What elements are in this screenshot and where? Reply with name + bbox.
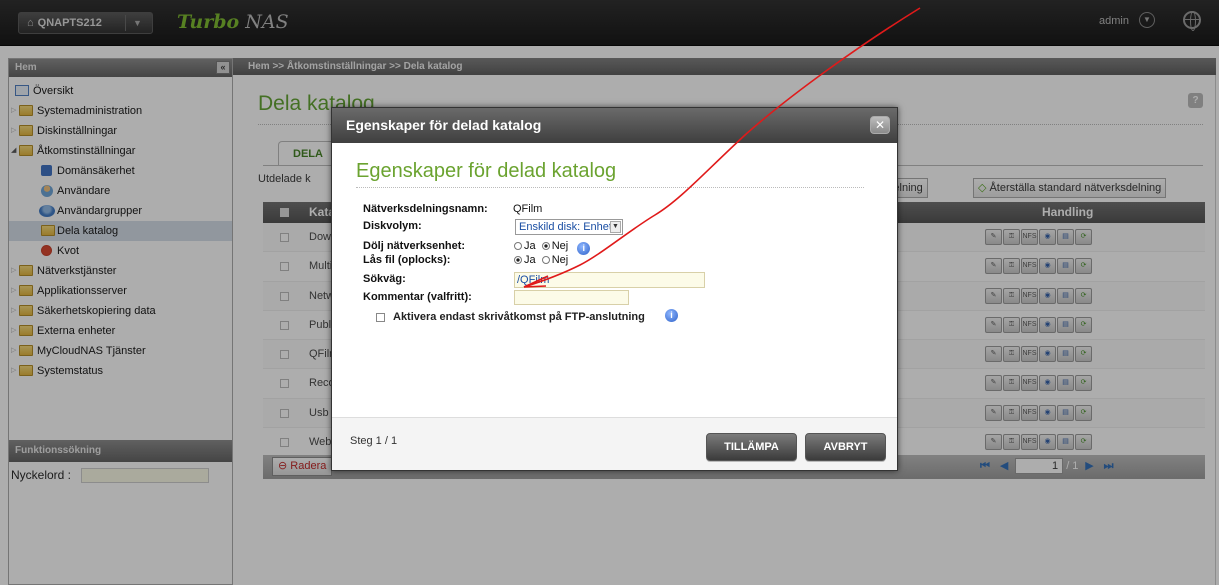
hide-drive-label: Dölj nätverksenhet: (363, 240, 466, 252)
step-indicator: Steg 1 / 1 (350, 435, 398, 447)
ftp-write-only-label: Aktivera endast skrivåtkomst på FTP-ansl… (393, 311, 645, 323)
oplocks-options: Ja Nej (514, 254, 568, 266)
volume-label: Diskvolym: (363, 220, 422, 232)
dialog-header-title: Egenskaper för delad katalog (346, 117, 542, 133)
cancel-button[interactable]: AVBRYT (805, 433, 886, 461)
hide-yes-radio[interactable] (514, 242, 522, 250)
path-input[interactable]: /QFilm (514, 272, 705, 288)
oplocks-no-radio[interactable] (541, 256, 550, 264)
path-label: Sökväg: (363, 273, 406, 285)
info-icon[interactable]: i (665, 309, 678, 322)
dialog-title: Egenskaper för delad katalog (356, 160, 617, 182)
hide-no-radio[interactable] (541, 242, 550, 250)
comment-input[interactable] (514, 290, 629, 305)
ftp-write-only-checkbox[interactable] (376, 313, 385, 322)
apply-button[interactable]: TILLÄMPA (706, 433, 797, 461)
close-icon[interactable]: ✕ (870, 116, 890, 134)
hide-yes-label: Ja (524, 240, 536, 252)
share-properties-dialog: Egenskaper för delad katalog ✕ Egenskape… (331, 107, 898, 471)
dialog-divider (356, 187, 864, 188)
share-name-value: QFilm (513, 203, 543, 215)
dialog-header: Egenskaper för delad katalog ✕ (332, 108, 897, 143)
oplocks-no-label: Nej (551, 254, 569, 266)
oplocks-yes-label: Ja (524, 254, 536, 266)
oplocks-label: Lås fil (oplocks): (363, 254, 451, 266)
chevron-down-icon: ▼ (610, 221, 621, 233)
comment-label: Kommentar (valfritt): (363, 291, 472, 303)
oplocks-yes-radio[interactable] (514, 256, 522, 264)
hide-no-label: Nej (551, 240, 569, 252)
share-name-label: Nätverksdelningsnamn: (363, 203, 488, 215)
hide-drive-options: Ja Nej i (514, 240, 591, 255)
volume-select-value: Enskild disk: Enhet 1 (519, 221, 622, 233)
volume-select[interactable]: Enskild disk: Enhet 1 ▼ (515, 219, 623, 235)
info-icon[interactable]: i (577, 242, 591, 255)
dialog-footer: Steg 1 / 1 TILLÄMPA AVBRYT (332, 417, 897, 470)
